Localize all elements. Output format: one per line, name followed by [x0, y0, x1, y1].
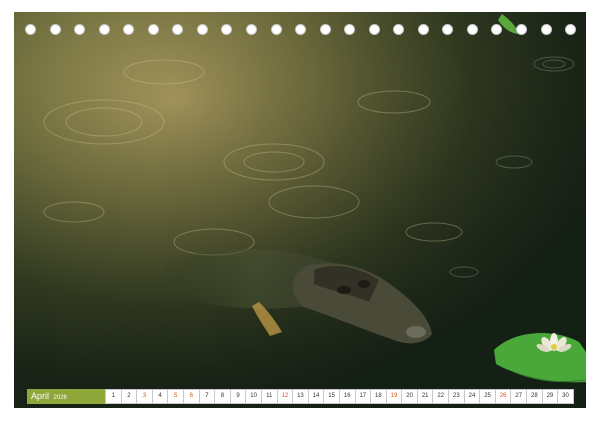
day-cell: 22 [432, 389, 449, 404]
day-cell: 5 [167, 389, 183, 404]
day-cell: 6 [182, 389, 199, 404]
binding-hole [196, 24, 208, 35]
binding-hole [172, 24, 184, 35]
binding-hole [123, 24, 135, 35]
day-cell: 17 [354, 389, 371, 404]
day-cell: 12 [276, 389, 293, 404]
binding-hole [344, 24, 356, 35]
day-cell: 21 [416, 389, 433, 404]
binding-hole [221, 24, 233, 35]
calendar-strip: April 2026 1 2 3 4 5 6 7 8 9 10 11 12 13 14 15 16 17 18 19… [27, 389, 574, 404]
binding-hole [74, 24, 86, 35]
day-cell: 15 [323, 389, 339, 404]
day-cells: 1 2 3 4 5 6 7 8 9 10 11 12 13 14 15 16 17 18 19 20 21 22 23 24 2… [105, 389, 574, 404]
day-cell: 29 [541, 389, 558, 404]
day-cell: 9 [229, 389, 246, 404]
day-cell: 25 [479, 389, 495, 404]
day-cell: 27 [510, 389, 527, 404]
day-cell: 30 [557, 389, 574, 404]
binding-hole [25, 24, 36, 35]
day-cell: 11 [260, 389, 277, 404]
binding-hole [147, 24, 159, 35]
calendar-page: April 2026 1 2 3 4 5 6 7 8 9 10 11 12 13 14 15 16 17 18 19… [0, 0, 600, 431]
day-cell: 18 [370, 389, 386, 404]
month-label: April 2026 [27, 389, 105, 404]
binding-hole [393, 24, 405, 35]
binding-hole [368, 24, 380, 35]
binding-hole [417, 24, 429, 35]
day-cell: 24 [463, 389, 480, 404]
day-cell: 1 [105, 389, 121, 404]
day-cell: 23 [448, 389, 464, 404]
day-cell: 26 [494, 389, 511, 404]
binding-hole [516, 24, 527, 35]
binding-hole [295, 24, 307, 35]
binding-hole [245, 24, 257, 35]
day-cell: 4 [151, 389, 168, 404]
day-cell: 20 [401, 389, 417, 404]
day-cell: 10 [245, 389, 261, 404]
day-cell: 2 [120, 389, 137, 404]
day-cell: 8 [214, 389, 230, 404]
binding-hole [491, 24, 503, 35]
binding-hole [565, 24, 577, 35]
day-cell: 19 [385, 389, 402, 404]
binding-hole [49, 24, 61, 35]
binding-hole [319, 24, 331, 35]
binding-hole [270, 24, 282, 35]
day-cell: 7 [198, 389, 215, 404]
binding-hole [442, 24, 454, 35]
day-cell: 14 [307, 389, 324, 404]
binding-hole [540, 24, 552, 35]
binding-hole [98, 24, 110, 35]
photo-illustration [14, 12, 586, 408]
binding-hole [466, 24, 478, 35]
day-cell: 28 [526, 389, 542, 404]
day-cell: 13 [292, 389, 308, 404]
day-cell: 16 [338, 389, 355, 404]
month-year: 2026 [53, 395, 67, 401]
day-cell: 3 [136, 389, 152, 404]
alligator-photo [14, 12, 586, 408]
month-name: April [31, 391, 50, 401]
binding-holes [0, 24, 600, 38]
